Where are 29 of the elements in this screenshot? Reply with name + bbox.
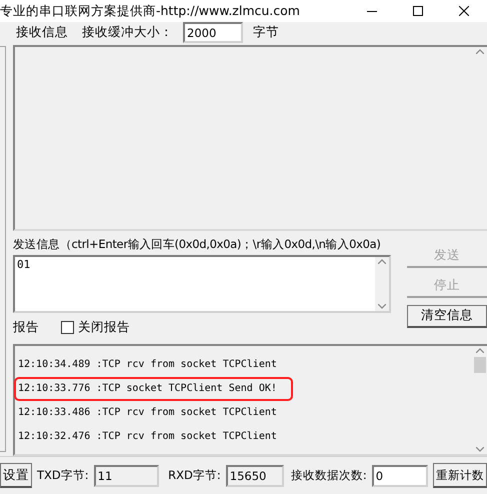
txd-label: TXD字节: (37, 468, 89, 483)
scroll-down-icon[interactable] (378, 304, 386, 309)
count-label: 接收数据次数: (290, 468, 367, 483)
log-line: 12:10:33.486 :TCP rcv from socket TCPClient (17, 406, 278, 420)
log-line: 12:10:34.489 :TCP rcv from socket TCPClient (17, 358, 278, 372)
scroll-up-icon[interactable] (378, 258, 386, 264)
scroll-thumb[interactable] (474, 356, 486, 373)
buffer-size-field[interactable]: 2000 (183, 22, 243, 44)
window-title: 专业的串口联网方案提供商-http://www.zlmcu.com (0, 2, 301, 20)
scroll-up-icon[interactable] (476, 49, 484, 54)
rxd-field: 15650 (226, 464, 284, 486)
scroll-up-icon[interactable] (476, 348, 484, 353)
buffer-size-label: 接收缓冲大小： (82, 24, 173, 42)
settings-button[interactable]: 设置 (0, 463, 32, 488)
rxd-label: RXD字节: (168, 468, 221, 483)
send-label: 发送信息（ctrl+Enter输入回车(0x0d,0x0a)；\r输入0x0d,\n输入0x0a) (13, 236, 382, 252)
count-field[interactable]: 0 (372, 464, 428, 486)
close-report-label: 关闭报告 (78, 318, 130, 336)
receive-label: 接收信息 (16, 24, 68, 42)
unit-label: 字节 (253, 24, 279, 42)
txd-field: 11 (94, 464, 160, 486)
close-report-checkbox[interactable] (61, 320, 74, 334)
send-input-field[interactable]: 01 (13, 254, 391, 313)
highlighted-log-line: 12:10:33.776 :TCP socket TCPClient Send OK! (17, 380, 290, 398)
scroll-down-icon[interactable] (476, 447, 484, 452)
action-button[interactable]: 清空信息 (407, 304, 487, 328)
report-label: 报告 (13, 318, 39, 336)
reset-count-button[interactable]: 重新计数 (433, 463, 487, 488)
log-line: 12:10:32.476 :TCP rcv from socket TCPClient (17, 430, 278, 444)
